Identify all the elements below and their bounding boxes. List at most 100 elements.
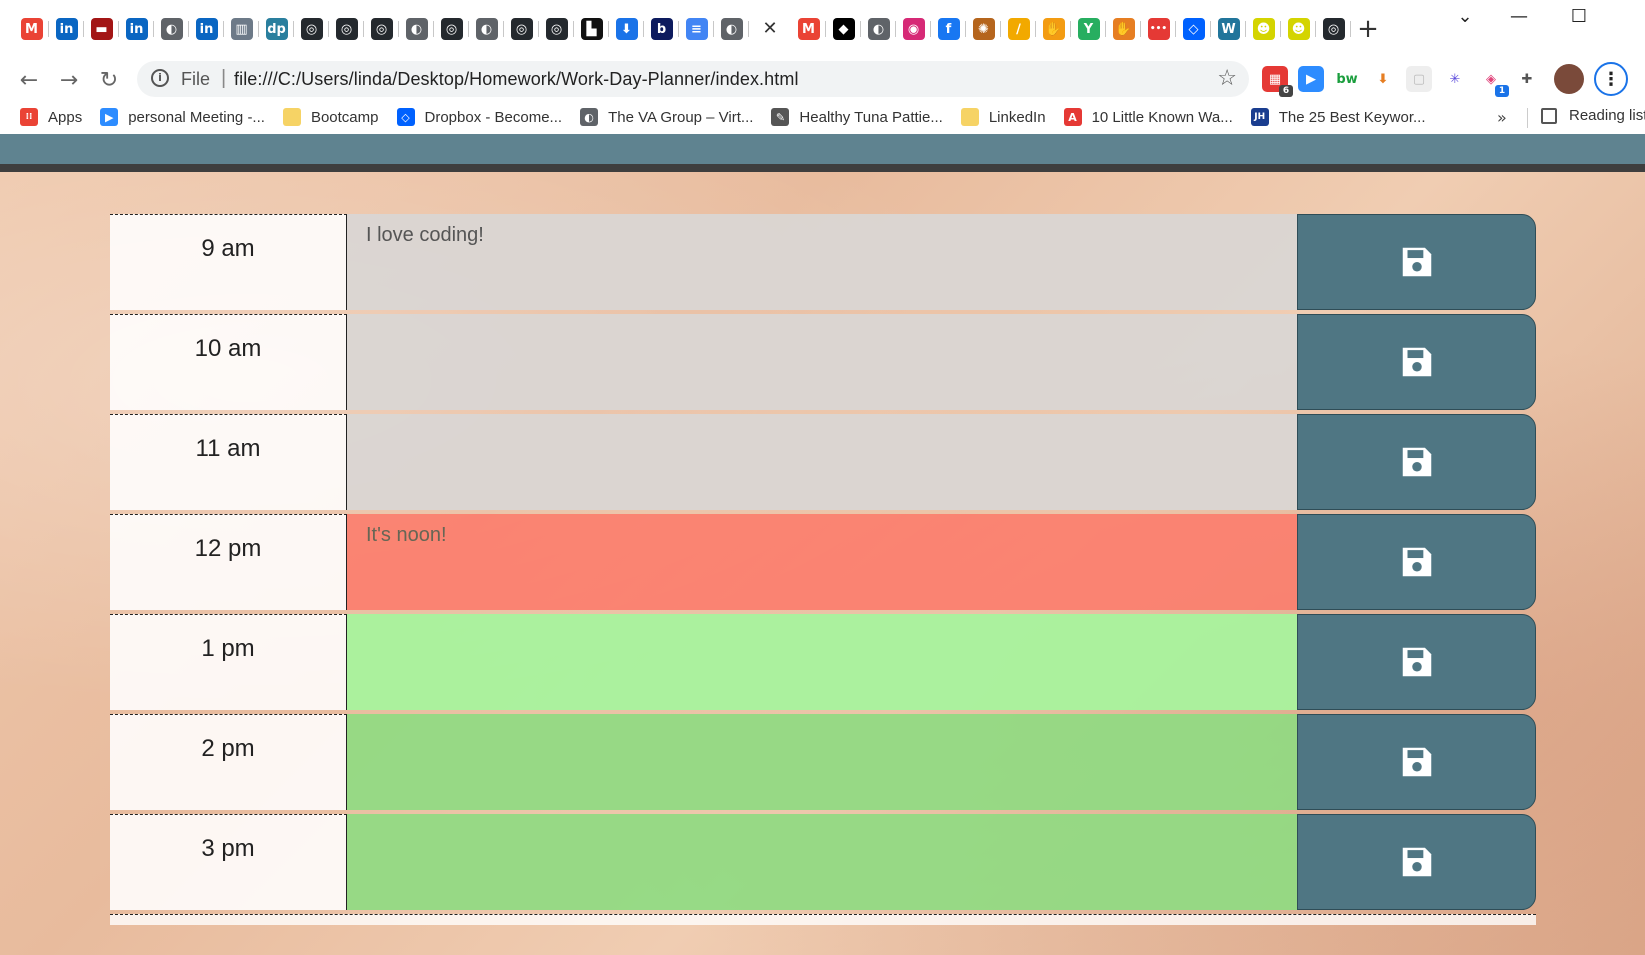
- browser-tab[interactable]: ◐: [154, 14, 189, 44]
- extension-badge: 6: [1279, 85, 1293, 97]
- github-icon: ◎: [370, 18, 393, 40]
- bookmark-item[interactable]: ◇ Dropbox - Become...: [396, 108, 562, 126]
- browser-tab[interactable]: in: [119, 14, 154, 44]
- browser-tab[interactable]: in: [49, 14, 84, 44]
- browser-tab[interactable]: ▥: [224, 14, 259, 44]
- bookmark-item[interactable]: ✎ Healthy Tuna Pattie...: [771, 108, 943, 126]
- save-button[interactable]: [1297, 614, 1536, 710]
- event-description-input[interactable]: [347, 314, 1297, 410]
- save-button[interactable]: [1297, 214, 1536, 310]
- bookmark-item[interactable]: Bootcamp: [282, 108, 379, 126]
- bookmark-item[interactable]: LinkedIn: [960, 108, 1046, 126]
- browser-tab[interactable]: ◎: [539, 14, 574, 44]
- browser-tab[interactable]: ▙: [574, 14, 609, 44]
- browser-tab[interactable]: ☻: [1281, 14, 1316, 44]
- event-description-input[interactable]: [347, 414, 1297, 510]
- a-logo-icon: A: [1063, 108, 1082, 126]
- browser-tab[interactable]: ◐: [861, 14, 896, 44]
- url-text[interactable]: file:///C:/Users/linda/Desktop/Homework/…: [234, 69, 799, 90]
- github-icon: ◎: [1322, 18, 1345, 40]
- docs-icon: ≡: [685, 18, 708, 40]
- browser-menu-button[interactable]: ⋮: [1594, 62, 1628, 96]
- save-button[interactable]: [1297, 814, 1536, 910]
- browser-tab[interactable]: •••: [1141, 14, 1176, 44]
- github-icon: ◎: [440, 18, 463, 40]
- browser-tab[interactable]: ▬: [84, 14, 119, 44]
- event-description-input[interactable]: It's noon!: [347, 514, 1297, 610]
- zoom-ext-icon[interactable]: ▶: [1298, 66, 1324, 92]
- browser-tab[interactable]: ◐: [399, 14, 434, 44]
- browser-tab[interactable]: ◐: [714, 14, 749, 44]
- browser-tab[interactable]: Y: [1071, 14, 1106, 44]
- bookmark-item[interactable]: A 10 Little Known Wa...: [1063, 108, 1233, 126]
- bookmark-item[interactable]: ◐ The VA Group – Virt...: [580, 108, 753, 126]
- browser-tab[interactable]: in: [189, 14, 224, 44]
- puzzle-icon[interactable]: ✚: [1514, 66, 1540, 92]
- forward-button[interactable]: →: [55, 66, 83, 94]
- browser-tab[interactable]: dp: [259, 14, 294, 44]
- scheme-label: File: [181, 69, 211, 89]
- browser-tab[interactable]: ◎: [364, 14, 399, 44]
- close-tab-icon[interactable]: ✕: [759, 18, 781, 40]
- bookmark-item[interactable]: JH The 25 Best Keywor...: [1250, 108, 1426, 126]
- reading-list-button[interactable]: Reading list: [1541, 107, 1645, 124]
- event-description-input[interactable]: [347, 614, 1297, 710]
- browser-tab[interactable]: ✋: [1106, 14, 1141, 44]
- tab-search-button[interactable]: ⌄: [1436, 0, 1494, 32]
- browser-tab[interactable]: ◎: [329, 14, 364, 44]
- profile-avatar[interactable]: [1554, 64, 1584, 94]
- bookmark-item[interactable]: ▶ personal Meeting -...: [100, 108, 265, 126]
- back-button[interactable]: ←: [15, 66, 43, 94]
- event-description-input[interactable]: [347, 714, 1297, 810]
- browser-tab[interactable]: ◎: [1316, 14, 1351, 44]
- browser-tab[interactable]: W: [1211, 14, 1246, 44]
- event-description-input[interactable]: [347, 814, 1297, 910]
- save-button[interactable]: [1297, 714, 1536, 810]
- minimize-button[interactable]: —: [1490, 0, 1548, 32]
- save-button[interactable]: [1297, 314, 1536, 410]
- reload-button[interactable]: ↻: [95, 66, 123, 94]
- browser-tab[interactable]: ◇: [1176, 14, 1211, 44]
- snowflake-ext-icon[interactable]: ✳: [1442, 66, 1468, 92]
- browser-tab[interactable]: f: [931, 14, 966, 44]
- download-ext-icon[interactable]: ⬇: [1370, 66, 1396, 92]
- bookmark-label: Apps: [48, 108, 83, 126]
- time-block-row: 12 pm It's noon!: [110, 514, 1536, 614]
- browser-tab[interactable]: ≡: [679, 14, 714, 44]
- browser-tab[interactable]: ☻: [1246, 14, 1281, 44]
- browser-tab[interactable]: ✋: [1036, 14, 1071, 44]
- recipe-icon: ✎: [771, 108, 790, 126]
- save-button[interactable]: [1297, 414, 1536, 510]
- browser-tab[interactable]: ✺: [966, 14, 1001, 44]
- browser-tab[interactable]: ◎: [504, 14, 539, 44]
- browser-tab[interactable]: M: [791, 14, 826, 44]
- active-tab[interactable]: ✕: [749, 14, 791, 44]
- new-tab-button[interactable]: +: [1351, 14, 1385, 44]
- calendar-ext-icon[interactable]: ▦ 6: [1262, 66, 1293, 97]
- browser-tab[interactable]: ◎: [434, 14, 469, 44]
- event-description-input[interactable]: I love coding!: [347, 214, 1297, 310]
- browser-tab[interactable]: b: [644, 14, 679, 44]
- tag-ext-icon[interactable]: ◈ 1: [1478, 66, 1509, 97]
- browser-tab[interactable]: ∕: [1001, 14, 1036, 44]
- bookmark-label: 10 Little Known Wa...: [1091, 108, 1233, 126]
- browser-tab[interactable]: ◎: [294, 14, 329, 44]
- blank-ext-icon[interactable]: ▢: [1406, 66, 1432, 92]
- save-button[interactable]: [1297, 514, 1536, 610]
- bookmark-star-icon[interactable]: ☆: [1217, 66, 1237, 91]
- extension-glyph: ▦: [1268, 71, 1282, 87]
- browser-tab[interactable]: ⬇: [609, 14, 644, 44]
- bw-ext-icon[interactable]: bw: [1334, 66, 1360, 92]
- bookmarks-overflow-button[interactable]: »: [1497, 108, 1507, 127]
- globe-icon: ◐: [720, 18, 743, 40]
- browser-tab[interactable]: ◐: [469, 14, 504, 44]
- maximize-button[interactable]: ☐: [1550, 0, 1608, 32]
- browser-tab[interactable]: ◉: [896, 14, 931, 44]
- bookmark-item[interactable]: ⁞⁞ Apps: [20, 108, 82, 126]
- extensions-bar: ▦ 6 ▶ bw ⬇ ▢ ✳ ◈ 1 ✚ ⋮: [1262, 62, 1628, 97]
- browser-tab[interactable]: M: [14, 14, 49, 44]
- browser-tab[interactable]: ◆: [826, 14, 861, 44]
- address-bar[interactable]: i File | file:///C:/Users/linda/Desktop/…: [137, 61, 1249, 97]
- info-icon[interactable]: i: [151, 69, 169, 87]
- reading-list-label: Reading list: [1569, 107, 1645, 124]
